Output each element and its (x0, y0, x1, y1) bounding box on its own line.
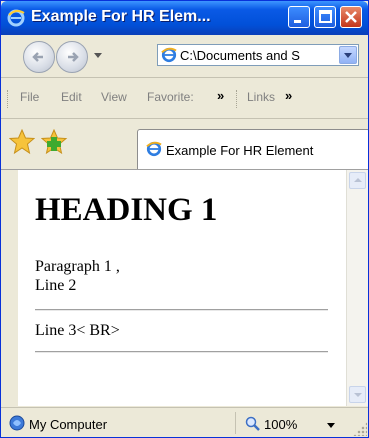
zoom-dropdown[interactable] (327, 423, 335, 428)
ie-logo-icon (161, 47, 177, 63)
browser-window: Example For HR Elem... C:\Documents and … (0, 0, 369, 438)
maximize-button[interactable] (314, 6, 336, 28)
page-heading: HEADING 1 (35, 192, 218, 228)
back-button[interactable] (23, 41, 55, 73)
minimize-icon (294, 20, 301, 23)
horizontal-rule (35, 309, 328, 311)
horizontal-rule (35, 351, 328, 353)
menu-edit[interactable]: Edit (61, 90, 82, 104)
computer-icon (9, 415, 25, 431)
back-arrow-icon (32, 52, 43, 62)
address-toolbar: C:\Documents and S (1, 35, 368, 78)
ie-logo-icon (7, 9, 25, 27)
window-title: Example For HR Elem... (31, 8, 211, 25)
address-text: C:\Documents and S (180, 48, 300, 63)
paragraph-1: Paragraph 1 , (35, 258, 120, 275)
menu-overflow-chevron[interactable]: » (217, 88, 224, 103)
scroll-up-button[interactable] (349, 172, 366, 189)
menu-favorites[interactable]: Favorite: (147, 90, 194, 104)
minimize-button[interactable] (288, 6, 310, 28)
add-favorite-icon[interactable] (41, 129, 69, 155)
forward-button[interactable] (56, 41, 88, 73)
close-button[interactable] (340, 6, 362, 28)
status-separator (235, 412, 236, 434)
menu-view[interactable]: View (101, 90, 127, 104)
close-icon (345, 11, 357, 23)
links-grip[interactable] (236, 90, 239, 108)
menu-bar: File Edit View Favorite: » Links » (1, 78, 368, 119)
zoom-level[interactable]: 100% (264, 417, 297, 432)
page-content: HEADING 1 Paragraph 1 , Line 2 Line 3< B… (18, 170, 346, 406)
paragraph-line-2: Line 2 (35, 277, 77, 294)
tab-bar: Example For HR Element (1, 119, 368, 170)
resize-grip[interactable] (353, 422, 367, 436)
toolbar-grip[interactable] (7, 90, 10, 108)
content-left-border (1, 170, 18, 406)
forward-arrow-icon (68, 52, 79, 62)
tab-label: Example For HR Element (166, 143, 314, 158)
address-dropdown-button[interactable] (339, 46, 357, 64)
status-bar: My Computer 100% (1, 407, 368, 437)
links-label[interactable]: Links (247, 90, 275, 104)
paragraph-line-3: Line 3< BR> (35, 322, 120, 339)
scroll-down-button[interactable] (349, 386, 366, 403)
tab-example-hr[interactable]: Example For HR Element (137, 129, 368, 169)
menu-file[interactable]: File (20, 90, 39, 104)
links-overflow-chevron[interactable]: » (285, 88, 292, 103)
address-bar[interactable]: C:\Documents and S (157, 44, 359, 66)
zoom-icon[interactable] (245, 416, 261, 432)
ie-logo-icon (146, 141, 162, 157)
security-zone: My Computer (29, 417, 108, 432)
favorites-star-icon[interactable] (9, 129, 35, 155)
vertical-scrollbar[interactable] (346, 170, 368, 406)
maximize-icon (319, 10, 332, 23)
title-bar: Example For HR Elem... (1, 1, 368, 35)
history-dropdown[interactable] (94, 53, 102, 58)
